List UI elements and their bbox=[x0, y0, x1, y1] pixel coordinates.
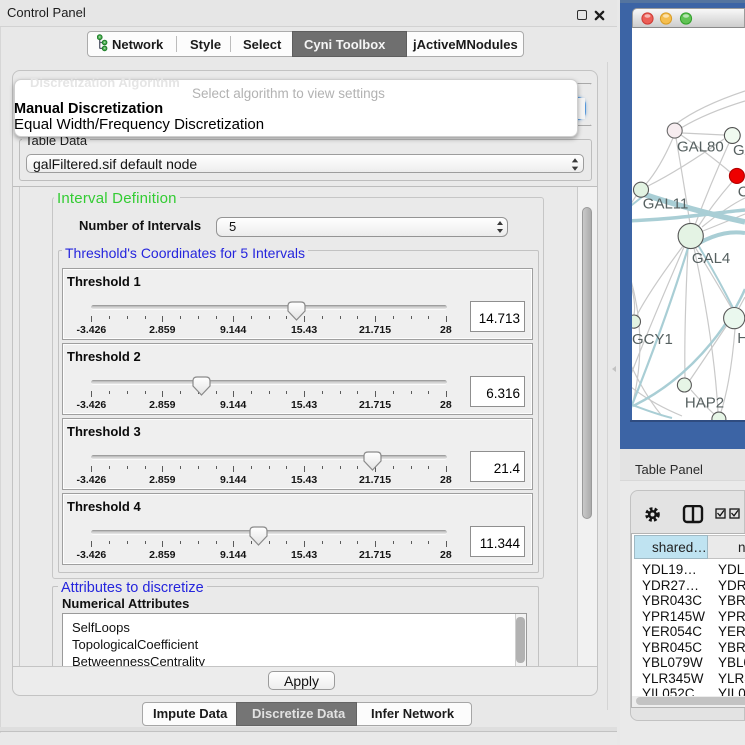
svg-text:C: C bbox=[738, 184, 745, 201]
svg-text:H: H bbox=[737, 330, 745, 347]
svg-text:HAP2: HAP2 bbox=[685, 395, 724, 412]
svg-text:GAL11: GAL11 bbox=[643, 196, 689, 213]
svg-text:GA: GA bbox=[733, 142, 745, 159]
svg-text:GCY1: GCY1 bbox=[632, 331, 673, 348]
svg-text:GAL4: GAL4 bbox=[692, 250, 730, 267]
svg-text:GAL80: GAL80 bbox=[677, 139, 724, 156]
